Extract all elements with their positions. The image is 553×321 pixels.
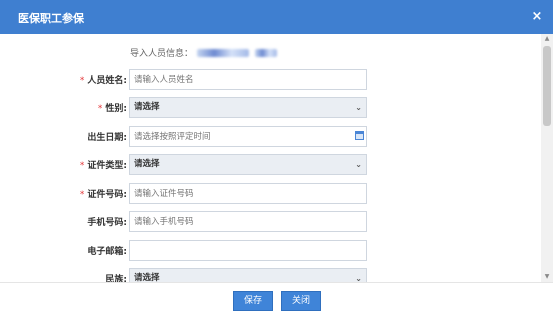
id-type-select-value: 请选择 xyxy=(134,159,160,169)
phone-label: 手机号码: xyxy=(87,218,127,228)
required-mark: * xyxy=(97,104,103,114)
chevron-down-icon: ⌄ xyxy=(355,274,362,282)
import-info-value-2 xyxy=(255,48,278,57)
field-row-name: * 人员姓名: xyxy=(0,69,540,90)
dialog-titlebar: 医保职工参保 × xyxy=(0,0,553,34)
dialog-title: 医保职工参保 xyxy=(18,12,84,25)
gender-label: * 性别: xyxy=(97,104,127,114)
import-info: 导入人员信息： xyxy=(130,46,278,59)
email-input[interactable] xyxy=(129,240,367,261)
gender-select[interactable]: 请选择 ⌄ xyxy=(129,97,367,118)
birthdate-label: 出生日期: xyxy=(87,133,127,143)
email-label: 电子邮箱: xyxy=(87,247,127,257)
ethnicity-label: 民族: xyxy=(105,275,127,282)
id-type-select[interactable]: 请选择 ⌄ xyxy=(129,154,367,175)
ethnicity-select[interactable]: 请选择 ⌄ xyxy=(129,268,367,282)
field-row-gender: * 性别: 请选择 ⌄ xyxy=(0,97,540,118)
id-type-label: * 证件类型: xyxy=(79,161,127,171)
ethnicity-select-value: 请选择 xyxy=(134,273,160,282)
dialog-body: 导入人员信息： *人员姓名: *性别: 请选择 ⌄ 出生日期: *证件类型: 请… xyxy=(0,34,540,282)
import-info-label: 导入人员信息： xyxy=(130,49,194,59)
field-row-birthdate: 出生日期: xyxy=(0,126,540,147)
field-row-id-type: * 证件类型: 请选择 ⌄ xyxy=(0,154,540,175)
id-number-label: * 证件号码: xyxy=(79,190,127,200)
calendar-icon[interactable] xyxy=(355,131,364,140)
dialog-footer: 保存 关闭 xyxy=(0,282,553,321)
name-input[interactable] xyxy=(129,69,367,90)
required-mark: * xyxy=(79,76,85,86)
scrollbar-thumb[interactable] xyxy=(543,46,551,126)
field-row-phone: 手机号码: xyxy=(0,211,540,232)
scroll-down-icon[interactable]: ▼ xyxy=(541,272,553,282)
field-row-id-number: * 证件号码: xyxy=(0,183,540,204)
vertical-scrollbar[interactable]: ▲ ▼ xyxy=(541,34,553,282)
phone-input[interactable] xyxy=(129,211,367,232)
scroll-up-icon[interactable]: ▲ xyxy=(541,34,553,44)
close-icon[interactable]: × xyxy=(529,9,545,25)
required-mark: * xyxy=(79,190,85,200)
chevron-down-icon: ⌄ xyxy=(355,160,362,169)
close-button[interactable]: 关闭 xyxy=(281,291,321,311)
birthdate-input[interactable] xyxy=(129,126,367,147)
field-row-email: 电子邮箱: xyxy=(0,240,540,261)
save-button[interactable]: 保存 xyxy=(233,291,273,311)
gender-select-value: 请选择 xyxy=(134,102,160,112)
name-label: * 人员姓名: xyxy=(79,76,127,86)
id-number-input[interactable] xyxy=(129,183,367,204)
field-row-ethnicity: 民族: 请选择 ⌄ xyxy=(0,268,540,282)
import-info-value xyxy=(197,48,250,57)
required-mark: * xyxy=(79,161,85,171)
chevron-down-icon: ⌄ xyxy=(355,103,362,112)
